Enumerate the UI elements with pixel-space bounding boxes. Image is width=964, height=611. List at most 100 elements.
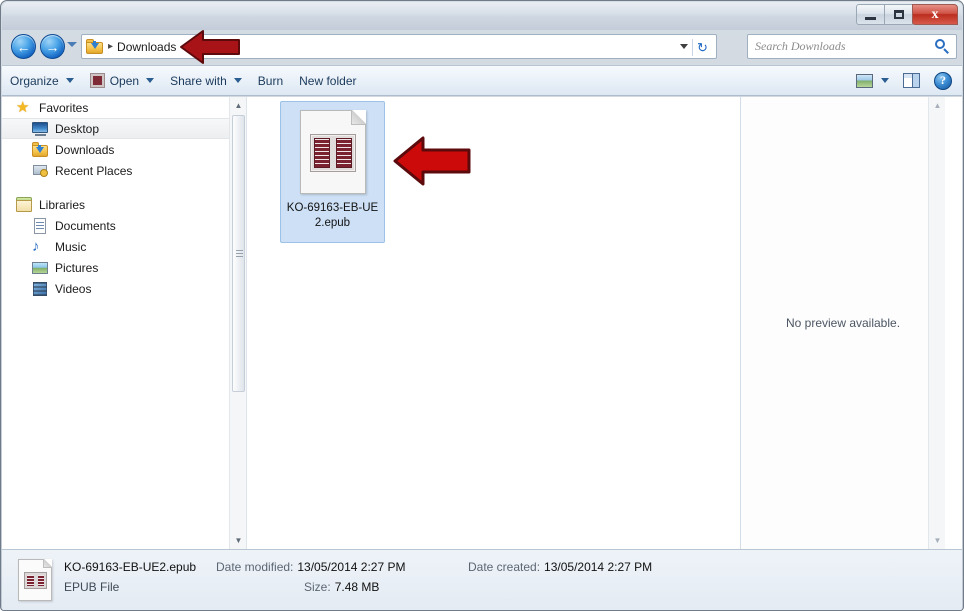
file-list-pane[interactable]: KO-69163-EB-UE 2.epub (247, 97, 740, 549)
toolbar-right-group: ? (856, 71, 962, 90)
main-area: ★ Favorites Desktop Downloads Recent Pla… (2, 97, 962, 549)
details-file-name: KO-69163-EB-UE2.epub (64, 560, 197, 574)
sidebar-group-libraries[interactable]: Libraries (2, 194, 246, 215)
breadcrumb-separator: ▸ (108, 41, 114, 52)
back-button[interactable]: ← (11, 34, 36, 59)
open-button[interactable]: Open (82, 69, 162, 93)
pictures-icon (32, 260, 49, 276)
sidebar-item-downloads-label: Downloads (55, 142, 115, 157)
details-date-created-value: 13/05/2014 2:27 PM (544, 560, 653, 574)
sidebar-item-documents[interactable]: Documents (2, 215, 246, 236)
address-bar-arrow (179, 25, 241, 69)
sidebar-item-music-label: Music (55, 239, 87, 254)
burn-label: Burn (257, 73, 284, 88)
explorer-window: x ← → ▸ Downloads ↻ Search Downloads Org… (0, 0, 964, 611)
downloads-folder-icon (86, 39, 103, 54)
open-label: Open (109, 73, 140, 88)
help-icon[interactable]: ? (934, 71, 952, 90)
view-layout-icon[interactable] (856, 73, 873, 88)
sidebar-item-music[interactable]: ♪ Music (2, 236, 246, 257)
details-columns: KO-69163-EB-UE2.epub EPUB File Date modi… (64, 560, 652, 600)
preview-pane: No preview available. ▲ ▼ (741, 97, 945, 549)
chevron-down-icon (233, 78, 242, 83)
preview-message: No preview available. (785, 316, 901, 330)
details-column-modified: Date modified: 13/05/2014 2:27 PM Size: … (216, 560, 468, 600)
epub-file-icon (18, 559, 52, 601)
file-item-label: KO-69163-EB-UE 2.epub (284, 201, 382, 231)
chevron-down-icon (146, 78, 155, 83)
file-item-label-line2: 2.epub (314, 217, 351, 229)
share-with-label: Share with (170, 73, 227, 88)
details-date-modified-value: 13/05/2014 2:27 PM (297, 560, 406, 574)
music-icon: ♪ (32, 237, 40, 255)
sidebar-item-pictures-label: Pictures (55, 260, 99, 275)
scroll-up-icon[interactable]: ▲ (929, 97, 946, 114)
details-size-value: 7.48 MB (334, 580, 380, 594)
sidebar-item-downloads[interactable]: Downloads (2, 139, 246, 160)
navigation-pane-scrollbar[interactable]: ▲ ▼ (229, 97, 246, 549)
refresh-icon[interactable]: ↻ (692, 39, 712, 56)
scroll-down-icon[interactable]: ▼ (230, 532, 246, 549)
maximize-icon (893, 10, 904, 19)
sidebar-item-videos-label: Videos (55, 281, 92, 296)
star-icon: ★ (16, 98, 30, 116)
organize-button[interactable]: Organize (2, 69, 82, 93)
epub-file-icon (89, 73, 105, 88)
sidebar-item-videos[interactable]: Videos (2, 278, 246, 299)
videos-icon (32, 281, 49, 297)
details-file-type: EPUB File (64, 580, 120, 594)
sidebar-group-libraries-label: Libraries (39, 197, 86, 212)
forward-button[interactable]: → (40, 34, 65, 59)
file-item-label-line1: KO-69163-EB-UE (286, 202, 379, 214)
scrollbar-grip-icon (236, 249, 243, 258)
search-icon[interactable] (935, 39, 950, 54)
preview-pane-scrollbar[interactable]: ▲ ▼ (928, 97, 945, 549)
new-folder-label: New folder (299, 73, 357, 88)
file-item-epub[interactable]: KO-69163-EB-UE 2.epub (280, 101, 385, 243)
libraries-icon (16, 196, 33, 213)
recent-pages-dropdown-icon[interactable] (67, 42, 77, 47)
documents-icon (32, 217, 49, 234)
file-icon-arrow (392, 132, 472, 190)
sidebar-item-pictures[interactable]: Pictures (2, 257, 246, 278)
scrollbar-thumb[interactable] (232, 115, 245, 392)
share-with-button[interactable]: Share with (162, 69, 250, 93)
close-button[interactable]: x (912, 4, 958, 25)
breadcrumb-downloads[interactable]: Downloads (117, 40, 176, 54)
maximize-button[interactable] (884, 4, 913, 25)
organize-label: Organize (10, 73, 59, 88)
preview-pane-icon[interactable] (903, 73, 920, 88)
chevron-down-icon[interactable] (881, 78, 889, 83)
sidebar-item-documents-label: Documents (55, 218, 116, 233)
search-placeholder: Search Downloads (755, 39, 846, 53)
chevron-down-icon[interactable] (680, 44, 688, 49)
downloads-folder-icon (32, 141, 49, 158)
details-size-label: Size: (304, 580, 331, 594)
sidebar-item-desktop-label: Desktop (55, 121, 100, 136)
minimize-icon (865, 16, 876, 20)
scroll-up-icon[interactable]: ▲ (230, 97, 246, 114)
sidebar-item-recent-places[interactable]: Recent Places (2, 160, 246, 181)
address-bar-row: ← → ▸ Downloads ↻ Search Downloads (2, 31, 962, 63)
command-toolbar: Organize Open Share with Burn New folder… (2, 65, 962, 96)
new-folder-button[interactable]: New folder (291, 69, 364, 93)
search-input[interactable]: Search Downloads (747, 34, 957, 59)
desktop-icon (32, 121, 49, 137)
sidebar-item-recent-places-label: Recent Places (55, 163, 133, 178)
sidebar-item-desktop[interactable]: Desktop (2, 118, 246, 139)
title-bar: x (2, 2, 962, 30)
sidebar-group-favorites[interactable]: ★ Favorites (2, 97, 246, 118)
details-date-created-label: Date created: (468, 560, 541, 574)
details-date-modified-label: Date modified: (216, 560, 294, 574)
scroll-down-icon[interactable]: ▼ (929, 532, 946, 549)
details-column-name: KO-69163-EB-UE2.epub EPUB File (64, 560, 216, 600)
burn-button[interactable]: Burn (250, 69, 291, 93)
chevron-down-icon (65, 78, 74, 83)
sidebar-group-favorites-label: Favorites (39, 100, 89, 115)
recent-places-icon (32, 163, 49, 179)
minimize-button[interactable] (856, 4, 885, 25)
address-input[interactable]: ▸ Downloads ↻ (81, 34, 717, 59)
details-column-created: Date created: 13/05/2014 2:27 PM (468, 560, 652, 600)
epub-file-icon (299, 110, 366, 194)
